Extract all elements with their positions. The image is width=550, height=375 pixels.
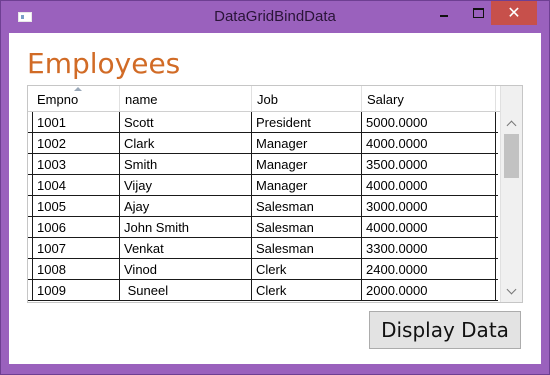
chevron-down-icon bbox=[506, 284, 517, 294]
cell-name[interactable]: Clark bbox=[120, 133, 252, 153]
cell-empno[interactable]: 1001 bbox=[32, 112, 120, 132]
scrollbar-thumb[interactable] bbox=[504, 134, 519, 178]
cell-job[interactable]: President bbox=[252, 112, 362, 132]
table-row[interactable]: 1009 Suneel Clerk 2000.0000 bbox=[28, 280, 498, 301]
cell-empno[interactable]: 1009 bbox=[32, 280, 120, 300]
column-header-empno[interactable]: Empno bbox=[32, 86, 120, 111]
cell-name[interactable]: Scott bbox=[120, 112, 252, 132]
column-header-name[interactable]: name bbox=[120, 86, 252, 111]
title-bar[interactable]: DataGridBindData ✕ bbox=[1, 1, 549, 33]
page-title: Employees bbox=[27, 47, 181, 80]
column-header-label: Empno bbox=[37, 92, 79, 107]
column-header-salary[interactable]: Salary bbox=[362, 86, 496, 111]
app-window: DataGridBindData ✕ Employees Empno name … bbox=[0, 0, 550, 375]
maximize-button[interactable] bbox=[463, 1, 493, 25]
cell-job[interactable]: Clerk bbox=[252, 280, 362, 300]
grid-rows: 1001 Scott President 5000.0000 1002 Clar… bbox=[28, 112, 498, 301]
employees-data-grid[interactable]: Empno name Job Salary 1001 Scott Preside… bbox=[27, 85, 523, 303]
cell-salary[interactable]: 4000.0000 bbox=[362, 217, 496, 237]
cell-name[interactable]: John Smith bbox=[120, 217, 252, 237]
window-client-area: Employees Empno name Job Salary 1001 Sco… bbox=[9, 33, 541, 364]
column-header-label: Job bbox=[257, 92, 278, 107]
cell-name[interactable]: Ajay bbox=[120, 196, 252, 216]
scroll-up-button[interactable] bbox=[501, 114, 522, 132]
table-row[interactable]: 1005 Ajay Salesman 3000.0000 bbox=[28, 196, 498, 217]
cell-job[interactable]: Salesman bbox=[252, 217, 362, 237]
cell-job[interactable]: Manager bbox=[252, 154, 362, 174]
cell-salary[interactable]: 4000.0000 bbox=[362, 133, 496, 153]
table-row[interactable]: 1008 Vinod Clerk 2400.0000 bbox=[28, 259, 498, 280]
cell-job[interactable]: Manager bbox=[252, 133, 362, 153]
minimize-icon bbox=[440, 15, 448, 17]
sort-ascending-icon bbox=[74, 87, 82, 91]
column-header-job[interactable]: Job bbox=[252, 86, 362, 111]
scroll-down-button[interactable] bbox=[501, 282, 522, 300]
cell-empno[interactable]: 1008 bbox=[32, 259, 120, 279]
display-data-button[interactable]: Display Data bbox=[369, 311, 521, 349]
cell-salary[interactable]: 5000.0000 bbox=[362, 112, 496, 132]
table-row[interactable]: 1004 Vijay Manager 4000.0000 bbox=[28, 175, 498, 196]
cell-job[interactable]: Clerk bbox=[252, 259, 362, 279]
grid-header-row: Empno name Job Salary bbox=[28, 86, 522, 112]
cell-empno[interactable]: 1006 bbox=[32, 217, 120, 237]
table-row[interactable]: 1006 John Smith Salesman 4000.0000 bbox=[28, 217, 498, 238]
close-icon: ✕ bbox=[507, 5, 521, 22]
cell-name[interactable]: Vijay bbox=[120, 175, 252, 195]
table-row[interactable]: 1002 Clark Manager 4000.0000 bbox=[28, 133, 498, 154]
column-header-label: name bbox=[125, 92, 158, 107]
maximize-icon bbox=[472, 8, 484, 18]
cell-salary[interactable]: 3300.0000 bbox=[362, 238, 496, 258]
minimize-button[interactable] bbox=[429, 1, 459, 25]
cell-job[interactable]: Salesman bbox=[252, 196, 362, 216]
cell-empno[interactable]: 1007 bbox=[32, 238, 120, 258]
table-row[interactable]: 1001 Scott President 5000.0000 bbox=[28, 112, 498, 133]
cell-salary[interactable]: 3500.0000 bbox=[362, 154, 496, 174]
close-button[interactable]: ✕ bbox=[491, 1, 537, 25]
cell-salary[interactable]: 2000.0000 bbox=[362, 280, 496, 300]
cell-job[interactable]: Manager bbox=[252, 175, 362, 195]
cell-salary[interactable]: 3000.0000 bbox=[362, 196, 496, 216]
cell-salary[interactable]: 2400.0000 bbox=[362, 259, 496, 279]
cell-name[interactable]: Vinod bbox=[120, 259, 252, 279]
cell-salary[interactable]: 4000.0000 bbox=[362, 175, 496, 195]
table-row[interactable]: 1003 Smith Manager 3500.0000 bbox=[28, 154, 498, 175]
column-header-label: Salary bbox=[367, 92, 404, 107]
cell-job[interactable]: Salesman bbox=[252, 238, 362, 258]
cell-empno[interactable]: 1005 bbox=[32, 196, 120, 216]
chevron-up-icon bbox=[506, 120, 517, 130]
cell-name[interactable]: Venkat bbox=[120, 238, 252, 258]
cell-empno[interactable]: 1003 bbox=[32, 154, 120, 174]
vertical-scrollbar[interactable] bbox=[500, 86, 522, 302]
cell-name[interactable]: Suneel bbox=[120, 280, 252, 300]
table-row[interactable]: 1007 Venkat Salesman 3300.0000 bbox=[28, 238, 498, 259]
cell-empno[interactable]: 1004 bbox=[32, 175, 120, 195]
cell-empno[interactable]: 1002 bbox=[32, 133, 120, 153]
cell-name[interactable]: Smith bbox=[120, 154, 252, 174]
